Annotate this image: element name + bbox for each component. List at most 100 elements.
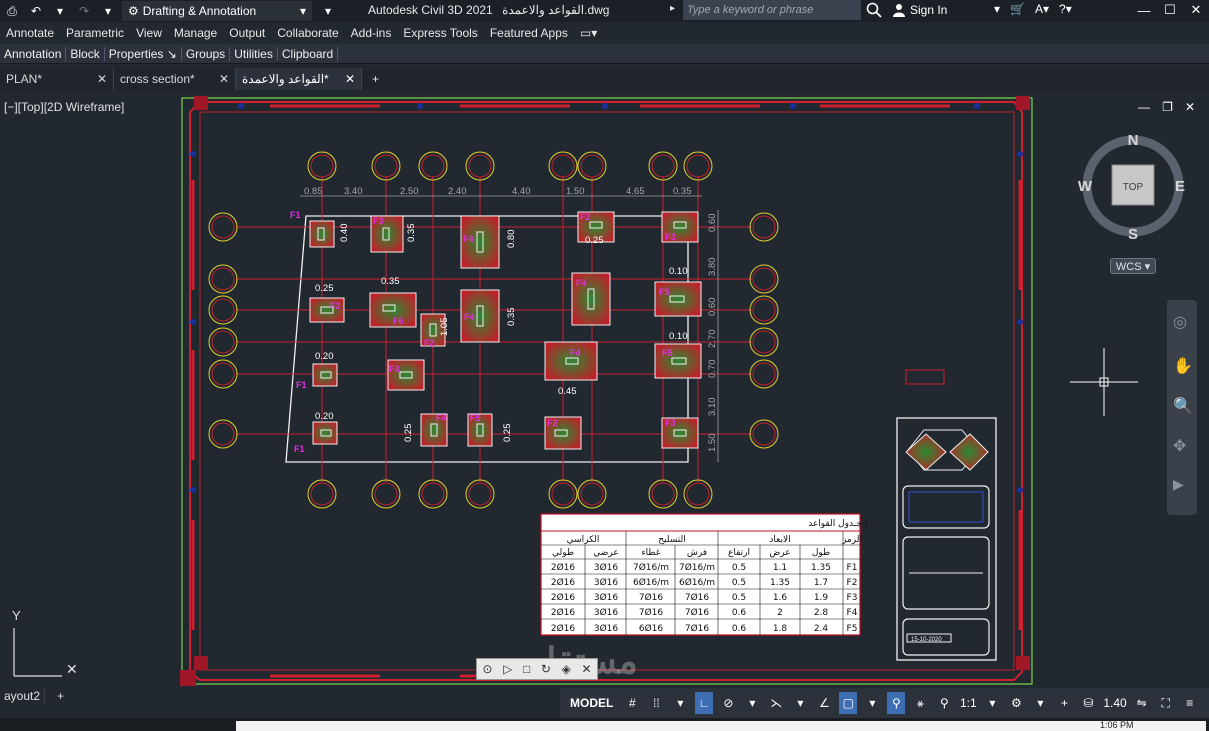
undo-dropdown-icon[interactable]: ▾ — [50, 2, 70, 20]
isodraft-icon[interactable]: ⋋ — [767, 692, 785, 714]
footing-label: F4 — [463, 234, 474, 244]
schedule-title: جـدول القواعد / — [808, 519, 869, 529]
search-input[interactable]: Type a keyword or phrase — [683, 0, 861, 20]
print-icon[interactable]: ⎙ — [2, 2, 22, 20]
scale-value[interactable]: 1:1 — [959, 692, 977, 714]
autoscale-icon[interactable]: ⚹ — [911, 692, 929, 714]
redo-icon[interactable]: ↷ — [74, 2, 94, 20]
elevation-value[interactable]: 1.40 — [1103, 692, 1126, 714]
ribbon-toggle-icon[interactable]: ▭▾ — [574, 26, 603, 40]
showmotion-icon[interactable]: ▶ — [1173, 476, 1184, 493]
panel-utilities[interactable]: Utilities — [230, 46, 278, 61]
footing-label: F6 — [393, 316, 404, 326]
schedule-cell: F2 — [847, 578, 858, 588]
annotation-scale-icon[interactable]: ⚲ — [935, 692, 953, 714]
annotation-visibility-icon[interactable]: ⚲ — [887, 692, 906, 714]
panel-annotation[interactable]: Annotation — [0, 46, 67, 61]
polar-icon[interactable]: ⊘ — [719, 692, 737, 714]
workspace-label: Drafting & Annotation — [142, 4, 257, 18]
tab-parametric[interactable]: Parametric — [60, 26, 130, 40]
redo-dropdown-icon[interactable]: ▾ — [98, 2, 118, 20]
close-icon[interactable]: ✕ — [209, 72, 229, 86]
panel-block[interactable]: Block — [66, 46, 105, 61]
tab-output[interactable]: Output — [223, 26, 271, 40]
steering-wheel-icon[interactable]: ◎ — [1173, 312, 1187, 332]
object-snap-icon[interactable]: ▢ — [839, 692, 858, 714]
tab-manage[interactable]: Manage — [168, 26, 223, 40]
schedule-subheader: فرش — [687, 548, 707, 558]
chevron-down-icon[interactable]: ▾ — [983, 692, 1001, 714]
viewcube-south: S — [1128, 226, 1138, 243]
play-icon[interactable]: ▷ — [503, 662, 512, 676]
tab-view[interactable]: View — [130, 26, 168, 40]
maximize-icon[interactable]: ☐ — [1157, 0, 1183, 20]
expand-icon[interactable]: ▸ — [670, 3, 675, 14]
sign-in-button[interactable]: Sign In — [892, 3, 947, 17]
doc-tab-cross-section[interactable]: cross section* ✕ — [114, 68, 236, 90]
quick-access-toolbar: ⎙ ↶ ▾ ↷ ▾ — [0, 2, 118, 20]
close-icon[interactable]: ✕ — [335, 72, 355, 86]
panel-groups[interactable]: Groups — [182, 46, 231, 61]
dim-text: 0.25 — [403, 424, 414, 443]
record-icon[interactable]: ⊙ — [482, 662, 492, 676]
isolate-icon[interactable]: ⇋ — [1133, 692, 1151, 714]
workspace-selector[interactable]: ⚙ Drafting & Annotation ▾ — [122, 1, 312, 21]
minimize-icon[interactable]: — — [1131, 0, 1157, 20]
new-tab-button[interactable]: + — [362, 68, 389, 90]
chevron-down-icon[interactable]: ▾ — [994, 2, 1000, 16]
undo-icon[interactable]: ↶ — [26, 2, 46, 20]
snap-icon[interactable]: ⁞⁞ — [647, 692, 665, 714]
grid-icon[interactable]: # — [623, 692, 641, 714]
doc-tab-plan[interactable]: PLAN* ✕ — [0, 68, 114, 90]
schedule-cell: 2Ø16 — [551, 577, 576, 588]
orbit-icon[interactable]: ✥ — [1173, 436, 1186, 456]
dim-text: 0.10 — [669, 331, 688, 342]
chevron-down-icon[interactable]: ▾ — [863, 692, 881, 714]
tab-featured-apps[interactable]: Featured Apps — [484, 26, 574, 40]
tab-annotate[interactable]: Annotate — [0, 26, 60, 40]
tab-collaborate[interactable]: Collaborate — [271, 26, 344, 40]
fullscreen-icon[interactable]: ⛶ — [1157, 692, 1175, 714]
doc-tab-footings[interactable]: القواعد والاعمدة* ✕ — [236, 68, 362, 90]
object-snap-tracking-icon[interactable]: ∠ — [815, 692, 833, 714]
schedule-cell: 7Ø16/m — [633, 562, 669, 573]
stop-icon[interactable]: □ — [523, 662, 530, 676]
close-icon[interactable]: ✕ — [87, 72, 107, 86]
cart-icon[interactable]: 🛒 — [1010, 2, 1025, 16]
menu-icon[interactable]: ≡ — [1181, 692, 1199, 714]
gear-icon[interactable]: ⚙ — [1007, 692, 1025, 714]
footing-label: F1 — [296, 380, 307, 390]
panel-clipboard[interactable]: Clipboard — [278, 46, 339, 61]
tab-add-ins[interactable]: Add-ins — [345, 26, 398, 40]
tab-express-tools[interactable]: Express Tools — [397, 26, 483, 40]
help-icon[interactable]: ?▾ — [1059, 2, 1072, 16]
status-bar: MODEL # ⁞⁞ ▾ ∟ ⊘ ▾ ⋋ ▾ ∠ ▢ ▾ ⚲ ⚹ ⚲ 1:1 ▾… — [560, 688, 1209, 718]
chevron-down-icon[interactable]: ▾ — [791, 692, 809, 714]
plus-icon[interactable]: + — [1055, 692, 1073, 714]
layout-tab[interactable]: ayout2 — [0, 689, 46, 703]
chevron-down-icon[interactable]: ▾ — [671, 692, 689, 714]
footing-label: F2 — [330, 301, 341, 311]
gear-icon: ⚙ — [128, 4, 139, 18]
chevron-down-icon[interactable]: ▾ — [743, 692, 761, 714]
wcs-menu[interactable]: WCS ▾ — [1110, 258, 1156, 274]
search-icon[interactable] — [866, 2, 882, 21]
rotate-icon[interactable]: ↻ — [541, 662, 551, 676]
drawing-viewport[interactable]: [−][Top][2D Wireframe] — ❐ ✕ F1 F3 F4 F2… — [0, 90, 1209, 686]
panel-properties[interactable]: Properties ↘ — [105, 46, 182, 61]
pan-icon[interactable]: ✋ — [1173, 356, 1193, 376]
close-icon[interactable]: ✕ — [582, 662, 592, 676]
ortho-icon[interactable]: ∟ — [695, 692, 714, 714]
dim-text: 3.10 — [707, 398, 718, 417]
schedule-cell: 3Ø16 — [594, 577, 619, 588]
autodesk-a-icon[interactable]: A▾ — [1035, 2, 1049, 16]
viewcube[interactable]: TOP N S E W — [1078, 132, 1185, 243]
zoom-icon[interactable]: 🔍 — [1173, 396, 1193, 416]
layers-icon[interactable]: ⛁ — [1079, 692, 1097, 714]
new-layout-button[interactable]: + — [45, 689, 68, 703]
customize-quick-access-icon[interactable]: ▾ — [318, 2, 338, 20]
close-icon[interactable]: ✕ — [1183, 0, 1209, 20]
chevron-down-icon[interactable]: ▾ — [1031, 692, 1049, 714]
model-space-button[interactable]: MODEL — [566, 692, 617, 714]
camera-icon[interactable]: ◈ — [562, 662, 571, 676]
